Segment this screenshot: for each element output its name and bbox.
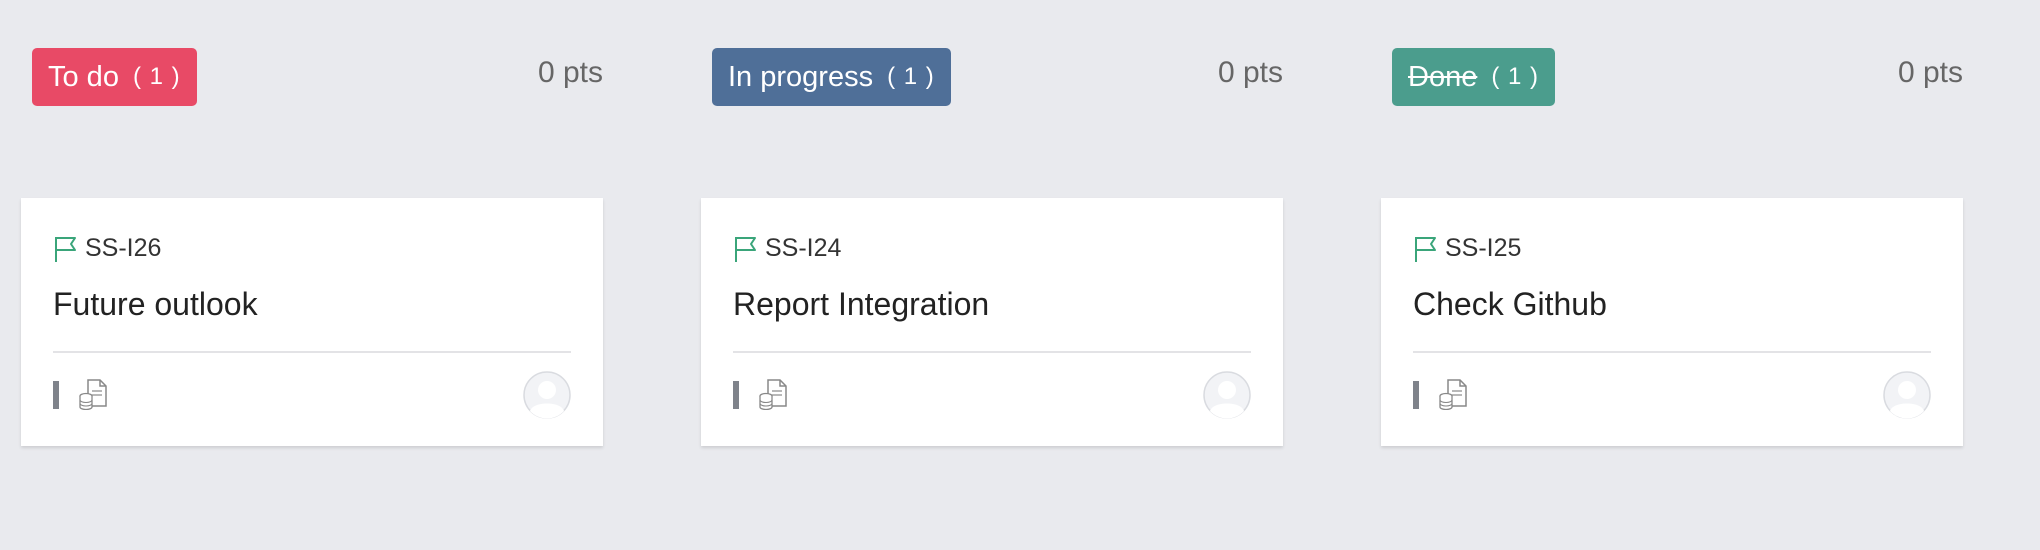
user-avatar-icon[interactable]: [1883, 371, 1931, 419]
card-divider: [733, 351, 1251, 353]
priority-bar: [733, 381, 739, 409]
card-id[interactable]: SS-I25: [1445, 234, 1521, 263]
card-divider: [1413, 351, 1931, 353]
document-database-icon[interactable]: [78, 378, 108, 410]
status-label: To do: [48, 60, 119, 93]
card-title[interactable]: Report Integration: [733, 286, 989, 323]
document-database-icon[interactable]: [1438, 378, 1468, 410]
status-badge-to-do[interactable]: To do ( 1 ): [32, 48, 197, 106]
card-id[interactable]: SS-I26: [85, 234, 161, 263]
card-title[interactable]: Check Github: [1413, 286, 1607, 323]
card-id-row: SS-I25: [1413, 234, 1521, 263]
flag-icon: [55, 236, 76, 262]
column-header: Done ( 1 ) 0 pts: [1381, 48, 1963, 106]
column-header: In progress ( 1 ) 0 pts: [701, 48, 1283, 106]
document-database-icon[interactable]: [758, 378, 788, 410]
kanban-board: To do ( 1 ) 0 pts SS-I26 Future outlook: [0, 0, 2040, 550]
task-card[interactable]: SS-I24 Report Integration: [701, 198, 1283, 446]
flag-icon: [735, 236, 756, 262]
column-done: Done ( 1 ) 0 pts SS-I25 Check Github: [1381, 0, 1963, 550]
status-label: Done: [1408, 60, 1478, 93]
status-count: ( 1 ): [887, 63, 935, 90]
card-title[interactable]: Future outlook: [53, 286, 258, 323]
status-badge-done[interactable]: Done ( 1 ): [1392, 48, 1555, 106]
task-card[interactable]: SS-I25 Check Github: [1381, 198, 1963, 446]
status-badge-in-progress[interactable]: In progress ( 1 ): [712, 48, 951, 106]
flag-icon: [1415, 236, 1436, 262]
card-id-row: SS-I24: [733, 234, 841, 263]
status-count: ( 1 ): [1491, 63, 1539, 90]
priority-bar: [53, 381, 59, 409]
column-points: 0 pts: [1217, 56, 1283, 89]
task-card[interactable]: SS-I26 Future outlook: [21, 198, 603, 446]
user-avatar-icon[interactable]: [1203, 371, 1251, 419]
card-id-row: SS-I26: [53, 234, 161, 263]
status-label: In progress: [728, 60, 874, 93]
status-count: ( 1 ): [132, 63, 181, 90]
card-divider: [53, 351, 571, 353]
column-points: 0 pts: [537, 56, 603, 89]
column-header: To do ( 1 ) 0 pts: [21, 48, 603, 106]
priority-bar: [1413, 381, 1419, 409]
card-id[interactable]: SS-I24: [765, 234, 841, 263]
column-to-do: To do ( 1 ) 0 pts SS-I26 Future outlook: [21, 0, 603, 550]
user-avatar-icon[interactable]: [523, 371, 571, 419]
column-points: 0 pts: [1897, 56, 1963, 89]
column-in-progress: In progress ( 1 ) 0 pts SS-I24 Report In…: [701, 0, 1283, 550]
